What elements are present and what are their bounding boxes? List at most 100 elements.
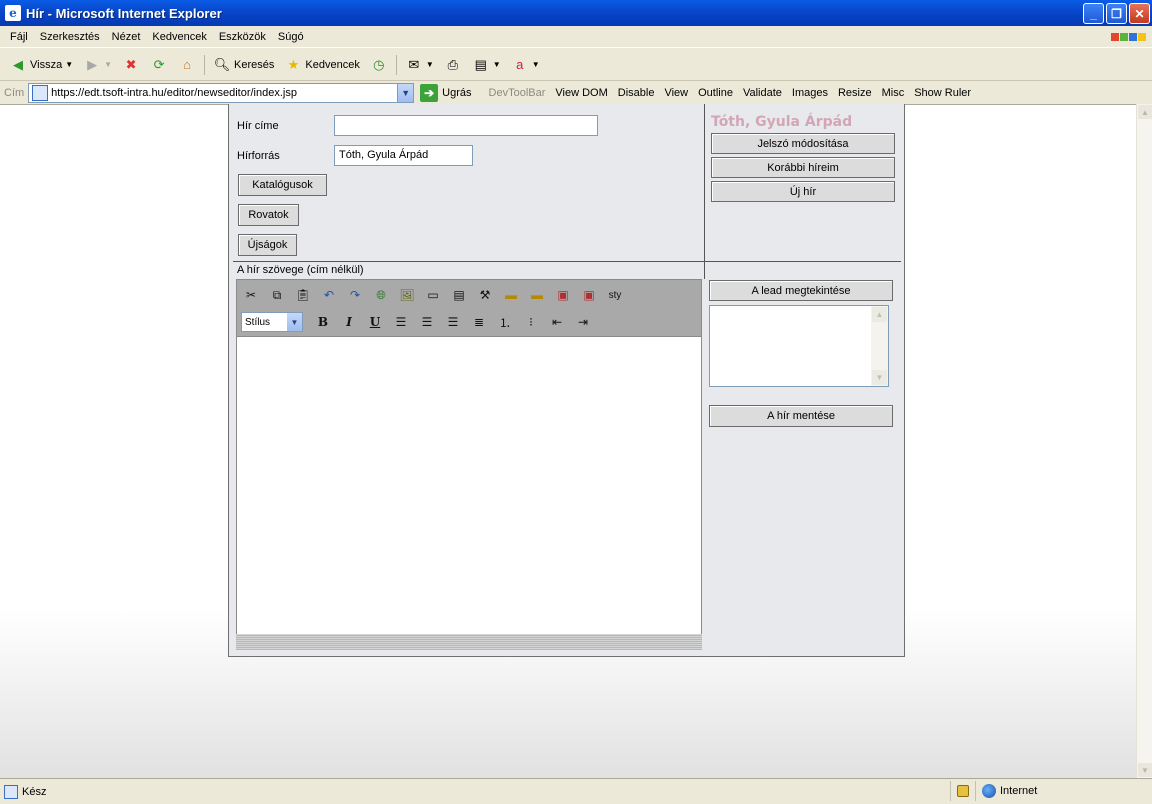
menu-bar: Fájl Szerkesztés Nézet Kedvencek Eszközö… (0, 26, 1152, 48)
lead-scroll-down-icon[interactable]: ▼ (872, 370, 887, 385)
home-button[interactable]: ⌂ (173, 54, 201, 76)
windows-logo-icon (1110, 28, 1146, 46)
insert-link-icon[interactable]: 🌐︎ (371, 286, 391, 304)
undo-icon[interactable]: ↶ (319, 286, 339, 304)
news-title-input[interactable] (334, 115, 598, 136)
forward-button[interactable]: ▶ ▼ (78, 54, 117, 76)
mail-button[interactable]: ✉ ▼ (400, 54, 439, 76)
zone-label: Internet (1000, 785, 1038, 797)
print-button[interactable]: ⎙ (439, 54, 467, 76)
redo-icon[interactable]: ↷ (345, 286, 365, 304)
change-password-button[interactable]: Jelszó módosítása (711, 133, 895, 154)
news-source-input[interactable]: Tóth, Gyula Árpád (334, 145, 473, 166)
insert-csv-table-icon[interactable]: ▤ (449, 286, 469, 304)
columns-button[interactable]: Rovatok (238, 204, 299, 226)
refresh-icon: ⟳ (153, 56, 165, 72)
insert-table-icon[interactable]: ▭ (423, 286, 443, 304)
translate-button[interactable]: a ▼ (506, 54, 545, 76)
minimize-button[interactable]: _ (1083, 3, 1104, 24)
back-button[interactable]: ◀ Vissza ▼ (4, 54, 78, 76)
close-button[interactable]: ✕ (1129, 3, 1150, 24)
maximize-button[interactable]: ❐ (1106, 3, 1127, 24)
view-button[interactable]: View (659, 87, 693, 99)
scroll-up-icon[interactable]: ▲ (1138, 105, 1152, 119)
table-properties-icon[interactable]: ⚒ (475, 286, 495, 304)
align-center-icon[interactable]: ☰ (417, 313, 437, 331)
paste-icon[interactable]: 📋︎ (293, 286, 313, 304)
stop-button[interactable]: ✖ (117, 54, 145, 76)
menu-tools[interactable]: Eszközök (213, 29, 272, 45)
edit-button[interactable]: ▤ ▼ (467, 54, 506, 76)
outline-button[interactable]: Outline (693, 87, 738, 99)
outdent-icon[interactable]: ⇤ (547, 313, 567, 331)
copy-icon[interactable]: ⧉ (267, 286, 287, 304)
translate-dropdown-icon[interactable]: ▼ (532, 60, 540, 69)
preview-lead-button[interactable]: A lead megtekintése (709, 280, 893, 301)
menu-help[interactable]: Súgó (272, 29, 310, 45)
scroll-down-icon[interactable]: ▼ (1138, 763, 1152, 777)
menu-view[interactable]: Nézet (106, 29, 147, 45)
address-input[interactable]: https://edt.tsoft-intra.hu/editor/newsed… (28, 83, 415, 103)
bold-icon[interactable]: B (313, 313, 333, 331)
favorites-label: Kedvencek (305, 58, 360, 71)
menu-favorites[interactable]: Kedvencek (146, 29, 212, 45)
newspapers-button[interactable]: Újságok (238, 234, 297, 256)
search-button[interactable]: 🔍︎ Keresés (208, 54, 279, 76)
save-news-button[interactable]: A hír mentése (709, 405, 893, 427)
menu-file[interactable]: Fájl (4, 29, 34, 45)
new-news-button[interactable]: Új hír (711, 181, 895, 202)
underline-icon[interactable]: U (365, 313, 385, 331)
mail-dropdown-icon[interactable]: ▼ (426, 60, 434, 69)
insert-column-icon[interactable]: ▣ (553, 286, 573, 304)
lead-scrollbar[interactable]: ▲ ▼ (871, 306, 888, 386)
back-dropdown-icon[interactable]: ▼ (65, 60, 73, 69)
go-button[interactable]: ➔ Ugrás (420, 84, 472, 102)
menu-edit[interactable]: Szerkesztés (34, 29, 106, 45)
address-dropdown-icon[interactable]: ▼ (397, 84, 414, 102)
title-bar: e Hír - Microsoft Internet Explorer _ ❐ … (0, 0, 1152, 26)
images-button[interactable]: Images (787, 87, 833, 99)
refresh-button[interactable]: ⟳ (145, 54, 173, 76)
forward-dropdown-icon[interactable]: ▼ (104, 60, 112, 69)
zone-cell: Internet (975, 781, 1043, 801)
lock-icon[interactable] (957, 785, 969, 797)
news-text-editor[interactable] (236, 337, 702, 634)
style-select[interactable]: Stílus ▼ (241, 312, 303, 332)
vertical-scrollbar[interactable]: ▲ ▼ (1136, 104, 1152, 778)
indent-icon[interactable]: ⇥ (573, 313, 593, 331)
address-bar: Cím https://edt.tsoft-intra.hu/editor/ne… (0, 82, 1152, 104)
disable-button[interactable]: Disable (613, 87, 660, 99)
history-icon: ◷ (373, 56, 385, 72)
back-arrow-icon: ◀ (13, 56, 23, 72)
previous-news-button[interactable]: Korábbi híreim (711, 157, 895, 178)
edit-dropdown-icon[interactable]: ▼ (493, 60, 501, 69)
stop-icon: ✖ (125, 56, 137, 72)
style-dropdown-icon[interactable]: ▼ (287, 313, 302, 331)
view-dom-button[interactable]: View DOM (550, 87, 612, 99)
italic-icon[interactable]: I (339, 313, 359, 331)
catalogs-button[interactable]: Katalógusok (238, 174, 327, 196)
align-right-icon[interactable]: ☰ (443, 313, 463, 331)
address-url[interactable]: https://edt.tsoft-intra.hu/editor/newsed… (51, 87, 397, 99)
ordered-list-icon[interactable]: ⒈ (495, 313, 515, 331)
rich-text-toolbar: ✂ ⧉ 📋︎ ↶ ↷ 🌐︎ 🖼︎ ▭ ▤ ⚒ ▬ ▬ ▣ ▣ sty Stílu… (236, 279, 702, 337)
show-ruler-button[interactable]: Show Ruler (909, 87, 976, 99)
delete-column-icon[interactable]: ▣ (579, 286, 599, 304)
author-name: Tóth, Gyula Árpád (711, 114, 853, 130)
align-left-icon[interactable]: ☰ (391, 313, 411, 331)
insert-row-icon[interactable]: ▬ (501, 286, 521, 304)
resize-button[interactable]: Resize (833, 87, 877, 99)
history-button[interactable]: ◷ (365, 54, 393, 76)
insert-image-icon[interactable]: 🖼︎ (397, 286, 417, 304)
news-editor-panel: Hír címe Hírforrás Tóth, Gyula Árpád Kat… (228, 104, 905, 657)
style-toggle-button[interactable]: sty (605, 286, 625, 304)
cut-icon[interactable]: ✂ (241, 286, 261, 304)
lead-scroll-up-icon[interactable]: ▲ (872, 307, 887, 322)
unordered-list-icon[interactable]: ⁝ (521, 313, 541, 331)
misc-button[interactable]: Misc (877, 87, 910, 99)
validate-button[interactable]: Validate (738, 87, 787, 99)
lead-preview-area[interactable]: ▲ ▼ (709, 305, 889, 387)
delete-row-icon[interactable]: ▬ (527, 286, 547, 304)
justify-icon[interactable]: ≣ (469, 313, 489, 331)
favorites-button[interactable]: ★ Kedvencek (279, 54, 364, 76)
